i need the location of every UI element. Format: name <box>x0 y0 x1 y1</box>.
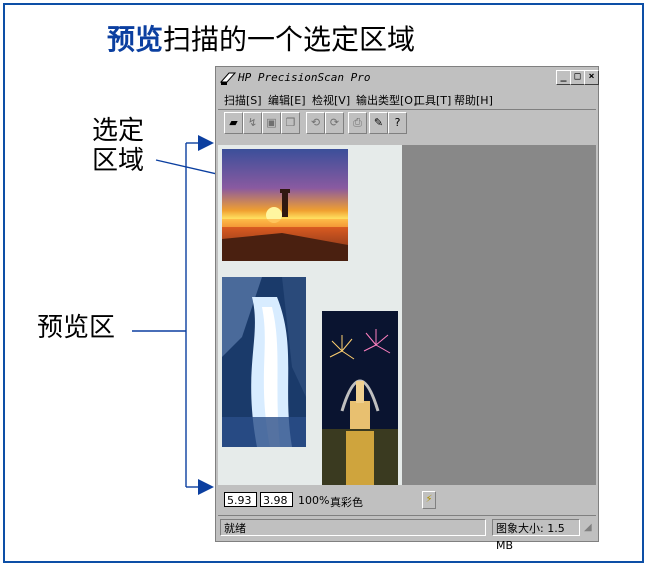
arrow-bottom <box>198 479 214 495</box>
copy-icon[interactable]: ❐ <box>281 112 300 134</box>
dimension-row: 5.93 3.98 100% 真彩色 ⚡ <box>218 489 596 511</box>
status-text: 就绪 <box>220 519 486 536</box>
minimize-button[interactable]: _ <box>556 70 571 85</box>
menu-bar: 扫描[S] 编辑[E] 检视[V] 输出类型[O] 工具[T] 帮助[H] <box>218 89 596 107</box>
save-icon[interactable]: ▣ <box>262 112 281 134</box>
width-field[interactable]: 5.93 <box>224 492 257 507</box>
status-bar: 就绪 图象大小: 1.5 MB ◢ <box>218 515 596 552</box>
scan-icon[interactable]: ▰ <box>224 112 243 134</box>
help-icon[interactable]: ? <box>388 112 407 134</box>
photo-sunset[interactable] <box>222 149 348 261</box>
menu-output-type[interactable]: 输出类型[O] <box>356 92 417 108</box>
arrow-top <box>198 135 214 151</box>
rotate-left-icon[interactable]: ⟲ <box>306 112 325 134</box>
title-bar[interactable]: HP PrecisionScan Pro _ □ × <box>218 69 599 87</box>
toolbar: ▰ ↯ ▣ ❐ ⟲ ⟳ ⎙ ✎ ? <box>218 109 596 138</box>
photo-waterfall[interactable] <box>222 277 306 447</box>
height-field[interactable]: 3.98 <box>260 492 293 507</box>
menu-help[interactable]: 帮助[H] <box>454 92 493 108</box>
zoom-label: 100% <box>298 494 330 507</box>
print-icon[interactable]: ⎙ <box>348 112 367 134</box>
window-title: HP PrecisionScan Pro <box>238 71 371 84</box>
image-size-label: 图象大小: 1.5 MB <box>492 519 580 552</box>
photo-fireworks[interactable] <box>322 311 398 485</box>
maximize-button[interactable]: □ <box>570 70 585 85</box>
menu-view[interactable]: 检视[V] <box>312 92 350 108</box>
menu-scan[interactable]: 扫描[S] <box>224 92 262 108</box>
menu-edit[interactable]: 编辑[E] <box>268 92 306 108</box>
app-window: HP PrecisionScan Pro _ □ × 扫描[S] 编辑[E] 检… <box>215 66 599 552</box>
scanner-app-icon <box>220 72 236 85</box>
menu-tools[interactable]: 工具[T] <box>414 92 451 108</box>
settings-icon[interactable]: ✎ <box>369 112 388 134</box>
preview-area[interactable] <box>218 145 596 485</box>
lightning-icon[interactable]: ⚡ <box>422 491 436 509</box>
resize-grip-icon[interactable]: ◢ <box>584 522 592 533</box>
color-mode-label: 真彩色 <box>330 496 363 509</box>
close-button[interactable]: × <box>584 70 599 85</box>
rotate-right-icon[interactable]: ⟳ <box>325 112 344 134</box>
rescan-icon[interactable]: ↯ <box>243 112 262 134</box>
